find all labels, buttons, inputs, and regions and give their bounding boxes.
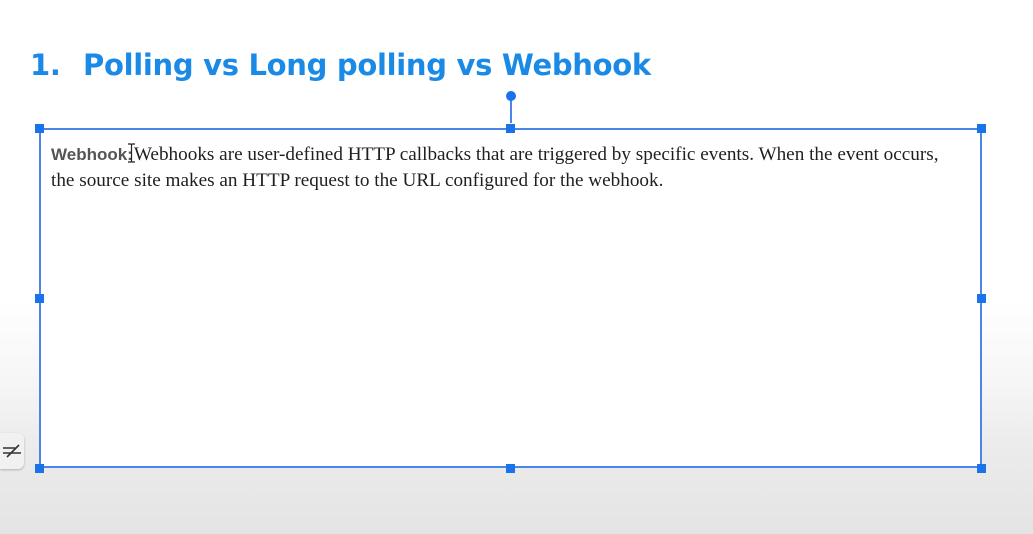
resize-handle-middle-right[interactable] xyxy=(977,294,986,303)
title-text: Polling vs Long polling vs Webhook xyxy=(83,48,651,82)
side-toolbar-button[interactable] xyxy=(0,433,24,469)
i-beam-cursor-icon xyxy=(127,143,136,163)
resize-handle-bottom-right[interactable] xyxy=(977,464,986,473)
rotate-handle[interactable] xyxy=(506,91,516,101)
slide-title[interactable]: 1. Polling vs Long polling vs Webhook xyxy=(30,48,651,82)
resize-handle-top-left[interactable] xyxy=(35,124,44,133)
resize-handle-top-right[interactable] xyxy=(977,124,986,133)
text-box-content[interactable]: Webhook: Webhooks are user-defined HTTP c… xyxy=(51,142,966,194)
rotate-connector xyxy=(510,99,512,123)
resize-handle-bottom-center[interactable] xyxy=(506,464,515,473)
resize-handle-middle-left[interactable] xyxy=(35,294,44,303)
selected-text-box[interactable]: Webhook: Webhooks are user-defined HTTP c… xyxy=(39,128,982,468)
term-label: Webhook: xyxy=(51,145,133,164)
resize-handle-bottom-left[interactable] xyxy=(35,464,44,473)
strikethrough-icon xyxy=(3,444,21,458)
definition-text: Webhooks are user-defined HTTP callbacks… xyxy=(51,144,939,191)
title-number: 1. xyxy=(30,48,61,82)
resize-handle-top-center[interactable] xyxy=(506,124,515,133)
